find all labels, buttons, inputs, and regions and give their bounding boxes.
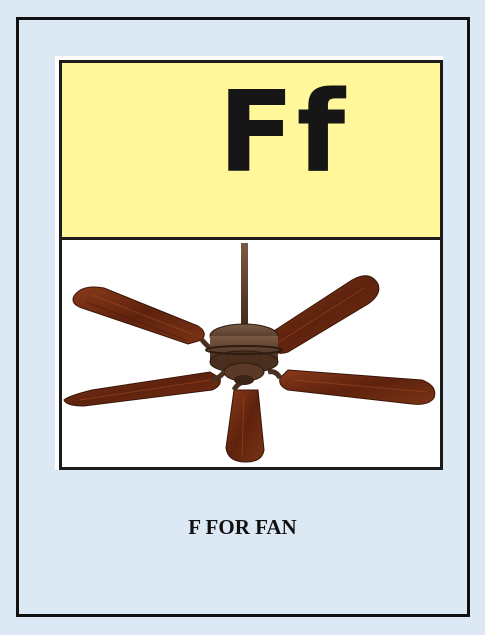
flashcard-panel: Ff: [55, 56, 443, 470]
blade-bracket: [267, 369, 283, 380]
fan-blade-bottom: [225, 389, 265, 463]
fan-downrod: [241, 243, 248, 333]
fan-blade-lower-left: [63, 371, 221, 407]
fan-blade-right: [279, 369, 436, 405]
ceiling-fan-image: [63, 243, 436, 463]
flashcard-border: Ff: [59, 60, 443, 470]
caption: F FOR FAN: [188, 515, 297, 539]
image-area: [62, 240, 440, 467]
fan-blade-upper-right: [265, 275, 380, 354]
letter-text: Ff: [218, 68, 348, 198]
letter-box: Ff: [62, 63, 440, 240]
fan-blade-upper-left: [72, 286, 205, 345]
